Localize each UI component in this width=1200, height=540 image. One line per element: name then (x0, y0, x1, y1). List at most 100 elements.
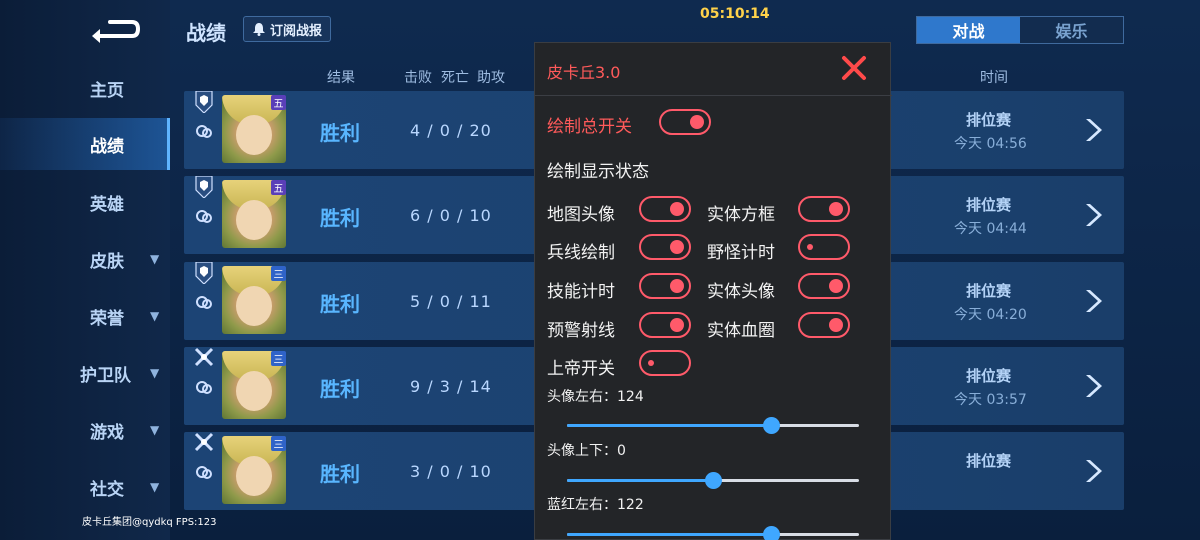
rank-badge: 三 (271, 351, 286, 366)
sidebar-item-heroes[interactable]: 英雄 (0, 176, 170, 228)
match-kda: 9 / 3 / 14 (410, 377, 492, 396)
toggle-label: 上帝开关 (547, 359, 615, 379)
chevron-down-icon: ▼ (150, 309, 160, 323)
subscribe-report-button[interactable]: 订阅战报 (243, 16, 331, 42)
sidebar-item-label: 护卫队 (80, 365, 131, 386)
sidebar-item-games[interactable]: 游戏 ▼ (0, 404, 170, 456)
chevron-right-icon[interactable] (1080, 202, 1104, 228)
sidebar-item-home[interactable]: 主页 (0, 62, 170, 114)
slider-label: 头像左右：124 (547, 389, 644, 405)
sidebar-item-label: 社交 (90, 479, 124, 500)
match-type: 排位赛 (966, 196, 1012, 214)
shield-icon (195, 176, 213, 198)
slider-label: 蓝红左右：122 (547, 497, 644, 513)
panel-title: 皮卡丘3.0 (547, 63, 621, 82)
toggle-minion-wave[interactable] (639, 234, 691, 260)
team-icon (196, 466, 212, 479)
match-type: 排位赛 (966, 282, 1012, 300)
chevron-right-icon[interactable] (1080, 373, 1104, 399)
avatar-vertical-slider[interactable] (567, 472, 859, 489)
toggle-map-avatar[interactable] (639, 196, 691, 222)
chevron-down-icon: ▼ (150, 366, 160, 380)
toggle-skill-timer[interactable] (639, 273, 691, 299)
match-time: 今天 03:57 (954, 392, 1027, 408)
match-kda: 4 / 0 / 20 (410, 121, 492, 140)
crossed-swords-icon (194, 432, 214, 452)
bell-icon (252, 23, 265, 36)
shield-icon (195, 262, 213, 284)
crossed-swords-icon (194, 347, 214, 367)
slider-fill (567, 479, 713, 482)
toggle-label: 地图头像 (547, 205, 615, 225)
toggle-label: 实体血圈 (707, 321, 775, 341)
toggle-jungle-timer[interactable] (798, 234, 850, 260)
column-header-deaths: 死亡 (441, 70, 469, 86)
section-label: 绘制显示状态 (547, 162, 649, 182)
rank-badge: 五 (271, 95, 286, 110)
slider-thumb[interactable] (705, 472, 722, 489)
match-result: 胜利 (320, 206, 360, 230)
panel-divider (535, 95, 892, 96)
master-draw-toggle[interactable] (659, 109, 711, 135)
slider-label: 头像上下：0 (547, 443, 626, 459)
toggle-label: 野怪计时 (707, 243, 775, 263)
sidebar-item-skins[interactable]: 皮肤 ▼ (0, 233, 170, 285)
rank-badge: 三 (271, 266, 286, 281)
toggle-entity-hp-ring[interactable] (798, 312, 850, 338)
team-icon (196, 210, 212, 223)
toggle-entity-avatar[interactable] (798, 273, 850, 299)
toggle-label: 实体方框 (707, 205, 775, 225)
match-type: 排位赛 (966, 367, 1012, 385)
sidebar-item-label: 主页 (90, 80, 124, 101)
close-icon[interactable] (841, 55, 867, 81)
slider-fill (567, 533, 772, 536)
slider-fill (567, 424, 772, 427)
match-time: 今天 04:56 (954, 136, 1027, 152)
match-kda: 3 / 0 / 10 (410, 462, 492, 481)
sidebar-item-label: 游戏 (90, 422, 124, 443)
match-result: 胜利 (320, 292, 360, 316)
toggle-label: 技能计时 (547, 282, 615, 302)
chevron-right-icon[interactable] (1080, 117, 1104, 143)
toggle-label: 兵线绘制 (547, 243, 615, 263)
page-title: 战绩 (186, 21, 226, 45)
column-header-assists: 助攻 (477, 70, 505, 86)
match-kda: 5 / 0 / 11 (410, 292, 492, 311)
column-header-result: 结果 (327, 70, 355, 86)
mode-tabs: 对战 娱乐 (916, 16, 1124, 44)
slider-thumb[interactable] (763, 417, 781, 434)
sidebar-item-guard[interactable]: 护卫队 ▼ (0, 347, 170, 399)
sidebar-item-records[interactable]: 战绩 (0, 118, 170, 170)
match-kda: 6 / 0 / 10 (410, 206, 492, 225)
watermark-text: 皮卡丘集团@qydkq FPS:123 (82, 517, 217, 528)
slider-thumb[interactable] (763, 526, 781, 540)
tab-entertainment[interactable]: 娱乐 (1020, 17, 1123, 43)
team-icon (196, 125, 212, 138)
toggle-god-mode[interactable] (639, 350, 691, 376)
match-result: 胜利 (320, 121, 360, 145)
sidebar-item-label: 皮肤 (90, 251, 124, 272)
clock: 05:10:14 (700, 6, 770, 22)
tab-battle[interactable]: 对战 (917, 17, 1020, 43)
sidebar-item-social[interactable]: 社交 ▼ (0, 461, 170, 513)
chevron-right-icon[interactable] (1080, 288, 1104, 314)
sidebar: 主页 战绩 英雄 皮肤 ▼ 荣誉 ▼ 护卫队 ▼ 游戏 ▼ 社交 ▼ (0, 0, 170, 540)
master-toggle-label: 绘制总开关 (547, 117, 632, 137)
shield-icon (195, 91, 213, 113)
match-time: 今天 04:20 (954, 307, 1027, 323)
avatar-horizontal-slider[interactable] (567, 417, 859, 434)
match-result: 胜利 (320, 462, 360, 486)
match-type: 排位赛 (966, 452, 1012, 470)
mod-menu-panel: 皮卡丘3.0 绘制总开关 绘制显示状态 地图头像 实体方框 兵线绘制 野怪计时 … (534, 42, 892, 540)
chevron-down-icon: ▼ (150, 423, 160, 437)
sidebar-item-honor[interactable]: 荣誉 ▼ (0, 290, 170, 342)
toggle-warning-ray[interactable] (639, 312, 691, 338)
chevron-right-icon[interactable] (1080, 458, 1104, 484)
toggle-entity-box[interactable] (798, 196, 850, 222)
rank-badge: 五 (271, 180, 286, 195)
back-arrow-icon[interactable] (88, 14, 140, 44)
column-header-kills: 击败 (404, 70, 432, 86)
toggle-label: 预警射线 (547, 321, 615, 341)
team-icon (196, 381, 212, 394)
blue-red-horizontal-slider[interactable] (567, 526, 859, 540)
